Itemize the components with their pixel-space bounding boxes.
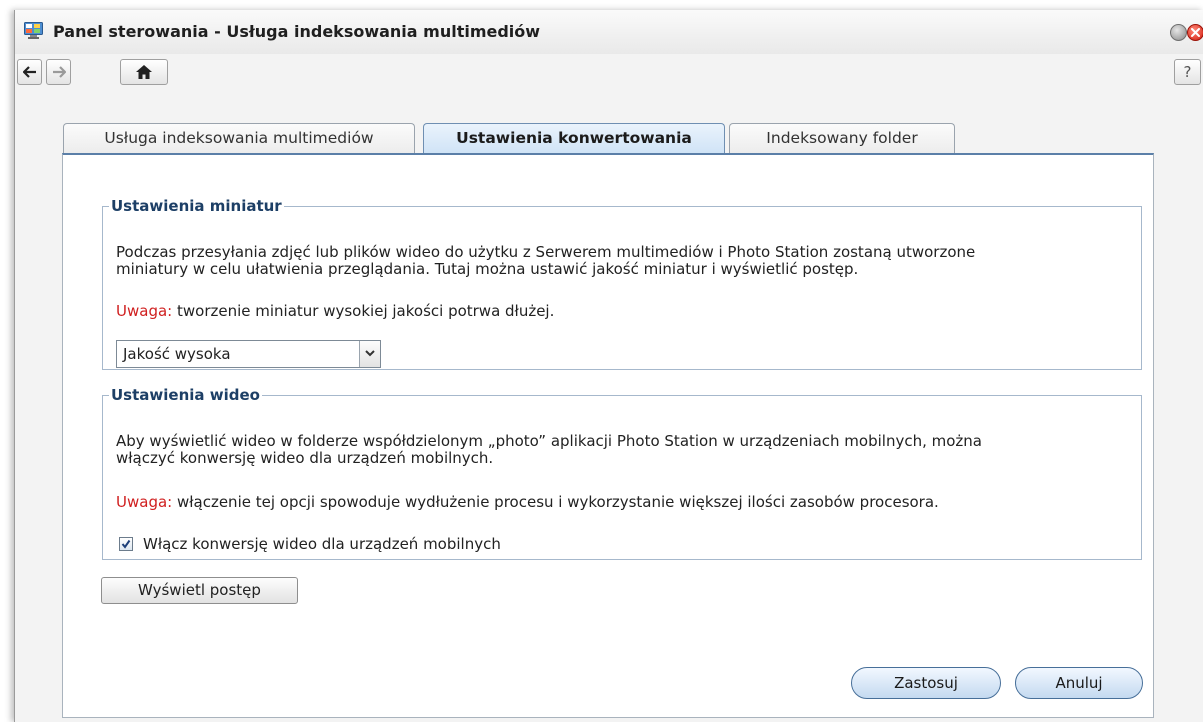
cancel-button[interactable]: Anuluj xyxy=(1015,667,1143,699)
checkmark-icon xyxy=(121,539,131,549)
video-description-line2: włączyć konwersję wideo dla urządzeń mob… xyxy=(116,449,494,467)
chevron-down-icon[interactable] xyxy=(359,341,380,367)
home-button[interactable] xyxy=(120,59,168,85)
back-button[interactable] xyxy=(17,59,42,85)
thumbnail-settings-legend: Ustawienia miniatur xyxy=(111,197,282,215)
apply-button[interactable]: Zastosuj xyxy=(851,667,1001,699)
forward-button[interactable] xyxy=(46,59,71,85)
control-panel-icon xyxy=(24,22,43,39)
thumbnail-quality-value: Jakość wysoka xyxy=(123,345,231,363)
thumbnail-settings-group: Ustawienia miniatur Podczas przesyłania … xyxy=(102,197,1142,370)
thumbnail-quality-select[interactable]: Jakość wysoka xyxy=(116,340,381,368)
video-warning-label: Uwaga: xyxy=(116,493,173,511)
back-arrow-icon xyxy=(22,66,36,78)
tab-media-indexing[interactable]: Usługa indeksowania multimediów xyxy=(63,123,415,154)
tab-conversion-settings[interactable]: Ustawienia konwertowania xyxy=(423,123,725,156)
video-warning-text: włączenie tej opcji spowoduje wydłużenie… xyxy=(172,493,939,511)
minimize-icon[interactable] xyxy=(1170,24,1187,41)
thumbnail-warning-label: Uwaga: xyxy=(116,302,173,320)
tab-indexed-folder[interactable]: Indeksowany folder xyxy=(729,123,955,154)
video-description: Aby wyświetlić wideo w folderze współdzi… xyxy=(116,433,1128,467)
video-conversion-checkbox[interactable] xyxy=(119,537,133,551)
thumbnail-description-line1: Podczas przesyłania zdjęć lub plików wid… xyxy=(116,243,976,261)
thumbnail-description-line2: miniatury w celu ułatwienia przeglądania… xyxy=(116,260,859,278)
close-icon[interactable] xyxy=(1187,24,1203,41)
video-conversion-checkbox-label[interactable]: Włącz konwersję wideo dla urządzeń mobil… xyxy=(143,535,501,553)
title-bar: Panel sterowania - Usługa indeksowania m… xyxy=(15,10,1203,54)
video-settings-legend: Ustawienia wideo xyxy=(111,386,260,404)
help-button[interactable]: ? xyxy=(1174,59,1201,85)
control-panel-window: Panel sterowania - Usługa indeksowania m… xyxy=(14,10,1203,722)
thumbnail-warning: Uwaga: tworzenie miniatur wysokiej jakoś… xyxy=(116,303,1128,320)
window-title: Panel sterowania - Usługa indeksowania m… xyxy=(53,22,541,41)
home-icon xyxy=(136,65,152,79)
show-progress-button[interactable]: Wyświetl postęp xyxy=(101,577,298,604)
tab-content-panel: Ustawienia miniatur Podczas przesyłania … xyxy=(62,153,1154,718)
thumbnail-warning-text: tworzenie miniatur wysokiej jakości potr… xyxy=(172,302,555,320)
forward-arrow-icon xyxy=(52,66,66,78)
video-settings-group: Ustawienia wideo Aby wyświetlić wideo w … xyxy=(102,386,1142,560)
video-description-line1: Aby wyświetlić wideo w folderze współdzi… xyxy=(116,432,982,450)
thumbnail-description: Podczas przesyłania zdjęć lub plików wid… xyxy=(116,244,1128,278)
video-warning: Uwaga: włączenie tej opcji spowoduje wyd… xyxy=(116,494,1128,511)
